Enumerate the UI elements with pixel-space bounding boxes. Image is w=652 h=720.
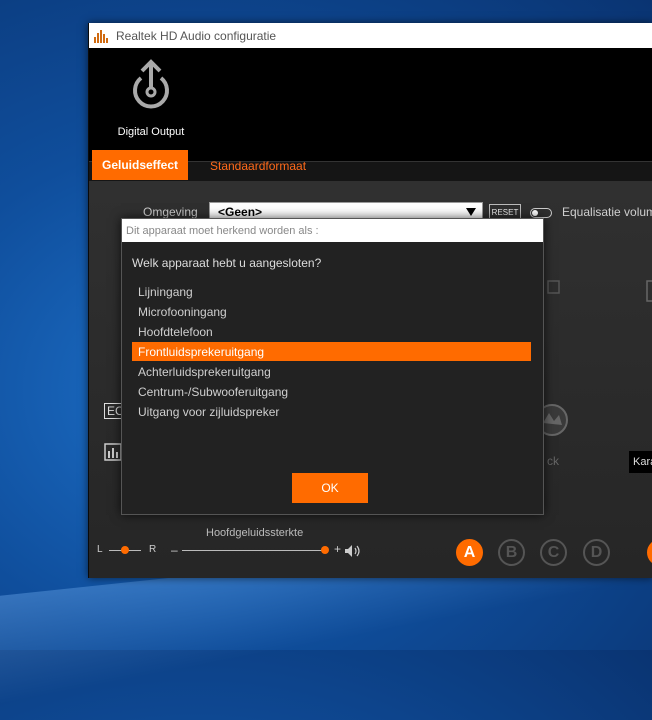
tabs: Geluidseffect Standaardformaat — [89, 149, 652, 181]
volume-plus-label: + — [334, 542, 342, 556]
channel-a-button[interactable]: A — [456, 539, 483, 566]
volume-slider-track — [182, 550, 327, 551]
device-label: Digital Output — [117, 126, 185, 138]
title-bar[interactable]: Realtek HD Audio configuratie — [89, 23, 652, 48]
volume-slider-knob[interactable] — [321, 546, 329, 554]
option-zijluidspreker[interactable]: Uitgang voor zijluidspreker — [132, 402, 531, 421]
volume-icon[interactable] — [344, 544, 362, 558]
dialog-question: Welk apparaat hebt u aangesloten? — [132, 256, 322, 270]
balance-right-label: R — [149, 544, 157, 555]
equalizer-icon[interactable] — [104, 443, 122, 461]
option-centrum-subwooferuitgang[interactable]: Centrum-/Subwooferuitgang — [132, 382, 531, 401]
extra-orange-button[interactable] — [647, 539, 652, 566]
device-bar: Digital Output — [89, 48, 652, 161]
option-microfooningang[interactable]: Microfooningang — [132, 302, 531, 321]
tab-standaardformaat[interactable]: Standaardformaat — [210, 159, 306, 173]
environment-label: Omgeving — [143, 205, 198, 219]
channel-b-button[interactable]: B — [498, 539, 525, 566]
realtek-speaker-icon — [94, 29, 110, 43]
option-lijningang[interactable]: Lijningang — [132, 282, 531, 301]
equalizer-toggle[interactable] — [530, 208, 552, 218]
environment-value: <Geen> — [218, 205, 263, 219]
balance-slider-knob[interactable] — [121, 546, 129, 554]
tab-geluidseffect[interactable]: Geluidseffect — [92, 150, 188, 180]
digital-output-icon — [133, 59, 169, 109]
channel-d-button[interactable]: D — [583, 539, 610, 566]
balance-left-label: L — [97, 544, 103, 555]
speaker-preview-icon — [547, 280, 560, 294]
option-frontluidsprekeruitgang[interactable]: Frontluidsprekeruitgang — [132, 342, 531, 361]
volume-minus-label: – — [171, 543, 178, 557]
dropdown-arrow-icon — [466, 208, 476, 216]
rock-preset-label: ck — [547, 454, 559, 468]
karaoke-tooltip: Kara — [629, 451, 652, 473]
volume-label: Hoofdgeluidssterkte — [206, 527, 304, 539]
dialog-title: Dit apparaat moet herkend worden als : — [122, 219, 543, 242]
option-hoofdtelefoon[interactable]: Hoofdtelefoon — [132, 322, 531, 341]
device-digital-output[interactable]: Digital Output — [101, 56, 201, 156]
window-title: Realtek HD Audio configuratie — [116, 28, 277, 43]
ok-button[interactable]: OK — [292, 473, 368, 503]
headphone-preview-icon — [646, 280, 652, 302]
channel-c-button[interactable]: C — [540, 539, 567, 566]
option-achterluidsprekeruitgang[interactable]: Achterluidsprekeruitgang — [132, 362, 531, 381]
device-detection-dialog: Dit apparaat moet herkend worden als : W… — [121, 218, 544, 515]
equalizer-label: Equalisatie volum — [562, 205, 652, 219]
